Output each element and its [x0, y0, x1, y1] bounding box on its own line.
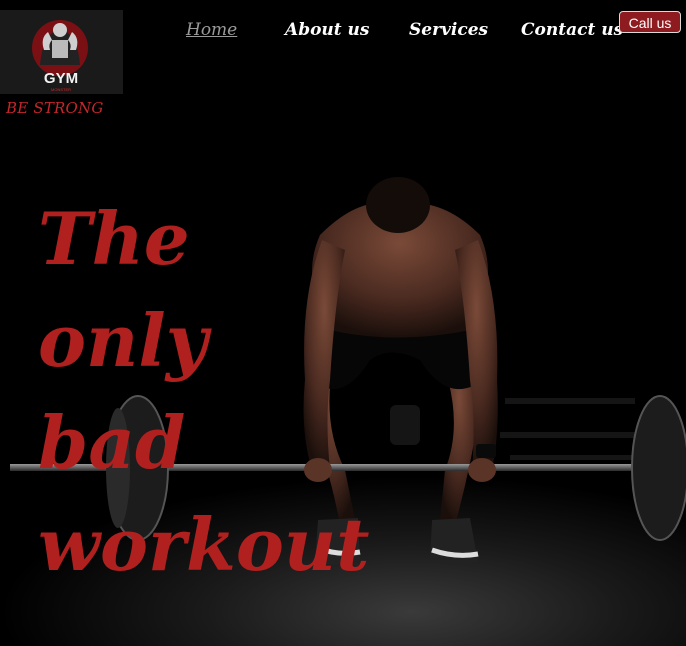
hero-line: only: [38, 298, 208, 383]
nav-services-link[interactable]: Services: [409, 20, 488, 40]
logo-title: GYM: [44, 70, 78, 87]
main-nav: Home About us Services Contact us: [0, 20, 686, 46]
page: GYM MONSTER BE STRONG Home About us Serv…: [0, 0, 686, 646]
nav-contact-link[interactable]: Contact us: [521, 20, 623, 40]
logo-subtitle: MONSTER: [51, 87, 71, 92]
hero-headline: The only bad workout: [38, 188, 369, 596]
call-us-button[interactable]: Call us: [619, 11, 681, 33]
tagline: BE STRONG: [6, 99, 104, 117]
hero-line: bad: [38, 400, 186, 485]
nav-about-link[interactable]: About us: [285, 20, 369, 40]
hero-line: workout: [38, 502, 370, 587]
hero-line: The: [38, 196, 190, 281]
nav-home-link[interactable]: Home: [186, 20, 237, 40]
